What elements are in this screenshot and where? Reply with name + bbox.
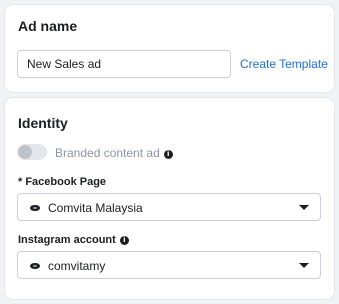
- branded-content-toggle[interactable]: [17, 144, 47, 160]
- facebook-page-label: * Facebook Page: [18, 176, 107, 188]
- branded-content-text: Branded content ad: [55, 146, 160, 160]
- info-icon[interactable]: i: [163, 150, 173, 159]
- instagram-account-value: comvitamy: [48, 259, 106, 273]
- instagram-account-label: Instagram account i: [18, 234, 129, 246]
- create-template-link[interactable]: Create Template: [240, 57, 328, 71]
- chevron-down-icon: [299, 205, 309, 210]
- ad-name-title: Ad name: [18, 18, 78, 34]
- ad-name-input[interactable]: New Sales ad: [17, 50, 231, 78]
- facebook-page-value: Comvita Malaysia: [48, 201, 143, 215]
- info-icon[interactable]: i: [119, 236, 129, 245]
- branded-content-label: Branded content ad i: [55, 146, 173, 160]
- account-avatar-icon: [30, 263, 40, 269]
- toggle-knob: [18, 145, 32, 159]
- instagram-account-text: Instagram account: [18, 234, 116, 246]
- identity-title: Identity: [18, 115, 68, 131]
- page-avatar-icon: [30, 205, 40, 211]
- facebook-page-select[interactable]: Comvita Malaysia: [17, 193, 321, 221]
- chevron-down-icon: [299, 263, 309, 268]
- instagram-account-select[interactable]: comvitamy: [17, 251, 321, 279]
- identity-card: Identity Branded content ad i * Facebook …: [5, 98, 334, 299]
- ad-name-card: Ad name New Sales ad Create Template: [5, 5, 334, 92]
